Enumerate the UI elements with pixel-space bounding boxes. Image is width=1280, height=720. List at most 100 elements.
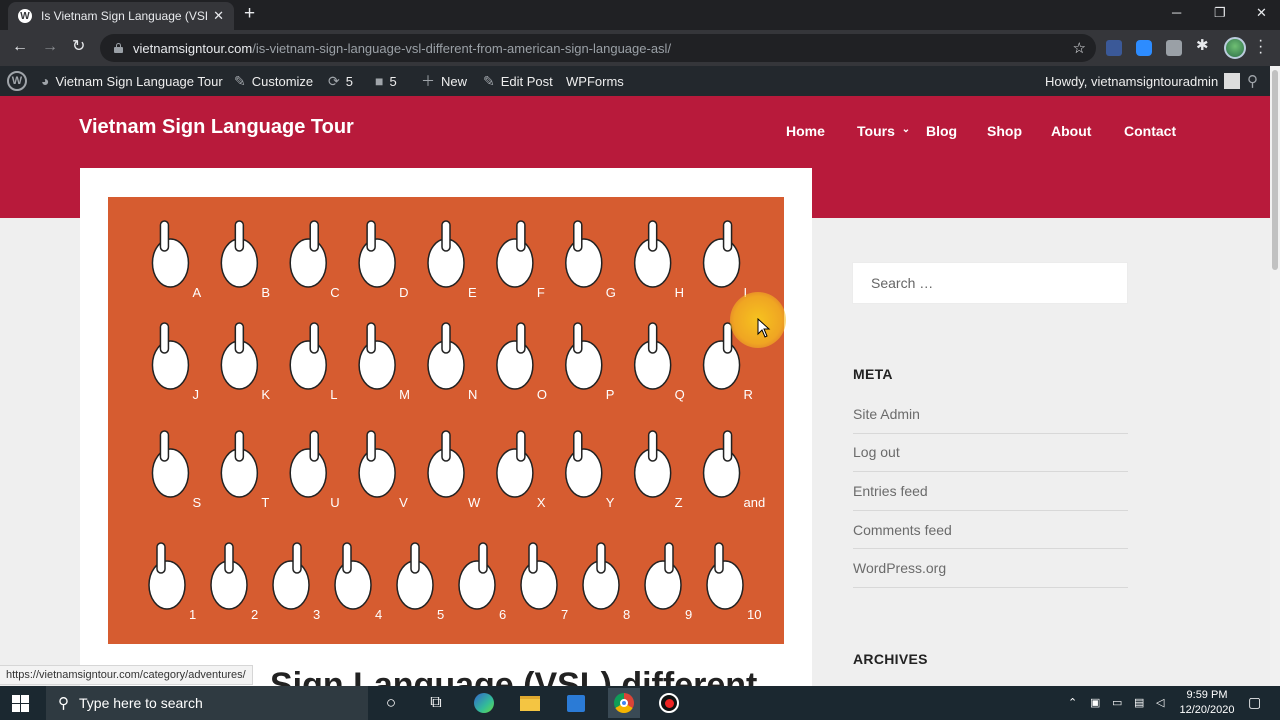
windows-taskbar: ⚲ Type here to search ○ ⧉ ⌃ ▣ ▭ ▤ ◁ 9:59… — [0, 686, 1280, 720]
nav-blog[interactable]: Blog — [926, 123, 957, 139]
store-icon[interactable] — [563, 690, 589, 716]
hand-sign-label: 3 — [313, 607, 320, 622]
browser-toolbar: ← → ↻ vietnamsigntour.com /is-vietnam-si… — [0, 30, 1280, 66]
edge-browser-icon[interactable] — [471, 690, 497, 716]
hand-sign-6: 6 — [458, 542, 506, 622]
customize-link[interactable]: ✎ Customize — [234, 66, 313, 96]
admin-search-icon[interactable]: ⚲ — [1247, 66, 1258, 96]
hand-sign-z: Z — [633, 430, 683, 510]
zoom-extension-icon[interactable] — [1136, 40, 1152, 56]
address-bar[interactable]: vietnamsigntour.com /is-vietnam-sign-lan… — [100, 34, 1096, 62]
meta-link-comments-feed[interactable]: Comments feed — [853, 511, 1128, 550]
url-path: /is-vietnam-sign-language-vsl-different-… — [252, 40, 672, 56]
post-title: Sign Language (VSL) different — [270, 666, 758, 688]
search-icon: ⚲ — [58, 695, 69, 712]
forward-arrow-icon[interactable]: → — [42, 38, 58, 56]
hand-sign-9: 9 — [644, 542, 692, 622]
hand-sign-label: M — [399, 387, 410, 402]
close-tab-icon[interactable]: ✕ — [213, 8, 224, 24]
tray-device-icon[interactable]: ▣ — [1090, 696, 1100, 709]
puzzle-extensions-icon[interactable]: ✱ — [1196, 36, 1212, 54]
nav-tours[interactable]: Tours ⌄ — [857, 123, 910, 139]
hand-sign-label: O — [537, 387, 547, 402]
reload-icon[interactable]: ↻ — [72, 38, 85, 56]
comment-bubble-icon: ■ — [375, 73, 384, 89]
hand-sign-label: 10 — [747, 607, 761, 622]
restore-icon[interactable]: ❐ — [1214, 5, 1226, 21]
taskbar-search-box[interactable]: ⚲ Type here to search — [46, 686, 368, 720]
hand-sign-label: G — [606, 285, 616, 300]
meta-link-wordpress-org[interactable]: WordPress.org — [853, 549, 1128, 588]
volume-icon[interactable]: ◁ — [1156, 696, 1164, 709]
hand-sign-i: I — [702, 220, 747, 300]
hand-sign-label: H — [675, 285, 684, 300]
hand-sign-label: J — [192, 387, 199, 402]
network-icon[interactable]: ▤ — [1134, 696, 1144, 709]
hand-sign-label: R — [744, 387, 753, 402]
record-app-icon[interactable] — [656, 690, 682, 716]
tray-chevron-icon[interactable]: ⌃ — [1068, 696, 1077, 709]
battery-icon[interactable]: ▭ — [1112, 696, 1122, 709]
close-window-icon[interactable]: ✕ — [1256, 5, 1267, 21]
cortana-icon[interactable]: ○ — [378, 690, 404, 716]
tab-title: Is Vietnam Sign Language (VSL) d — [41, 9, 207, 23]
mouse-cursor-icon — [757, 318, 771, 338]
browser-tab[interactable]: W Is Vietnam Sign Language (VSL) d ✕ — [8, 2, 234, 30]
wpforms-link[interactable]: WPForms — [566, 66, 624, 96]
admin-site-label: Vietnam Sign Language Tour — [55, 73, 223, 89]
edit-post-link[interactable]: ✎ Edit Post — [483, 66, 553, 96]
nav-home[interactable]: Home — [786, 123, 825, 139]
hand-sign-y: Y — [565, 430, 615, 510]
profile-avatar[interactable] — [1224, 37, 1246, 59]
taskbar-search-placeholder: Type here to search — [79, 695, 203, 711]
new-content-link[interactable]: ＋ New — [421, 66, 467, 96]
bookmark-star-icon[interactable]: ☆ — [1073, 39, 1086, 57]
meta-link-log-out[interactable]: Log out — [853, 434, 1128, 473]
wordpress-favicon-icon: W — [18, 9, 32, 23]
hand-sign-k: K — [220, 322, 270, 402]
new-tab-button[interactable]: + — [244, 4, 255, 24]
hand-sign-label: and — [744, 495, 766, 510]
page-scrollbar[interactable] — [1270, 66, 1280, 686]
hand-sign-label: Y — [606, 495, 615, 510]
hand-sign-h: H — [633, 220, 684, 300]
hand-sign-o: O — [496, 322, 547, 402]
admin-site-link[interactable]: ◕ Vietnam Sign Language Tour — [41, 66, 223, 96]
hand-sign-p: P — [565, 322, 614, 402]
hand-sign-label: S — [192, 495, 201, 510]
sidebar-search-input[interactable] — [852, 262, 1128, 304]
file-explorer-icon[interactable] — [517, 690, 543, 716]
comments-link[interactable]: ■ 5 — [375, 66, 397, 96]
updates-icon: ⟳ — [328, 72, 340, 89]
menu-dots-icon[interactable]: · · · — [1258, 33, 1263, 61]
nav-about[interactable]: About — [1051, 123, 1091, 139]
hand-sign-label: 4 — [375, 607, 382, 622]
scrollbar-thumb[interactable] — [1272, 70, 1278, 270]
hand-sign-a: A — [151, 220, 201, 300]
windows-start-icon[interactable] — [12, 695, 29, 712]
nav-contact[interactable]: Contact — [1124, 123, 1176, 139]
hand-sign-1: 1 — [148, 542, 196, 622]
my-account-link[interactable]: Howdy, vietnamsigntouradmin — [1045, 66, 1241, 96]
hand-sign-label: N — [468, 387, 477, 402]
back-arrow-icon[interactable]: ← — [12, 38, 28, 56]
updates-link[interactable]: ⟳ 5 — [328, 66, 353, 96]
hand-sign-v: V — [358, 430, 408, 510]
notifications-icon[interactable]: ▢ — [1248, 694, 1261, 711]
hand-sign-label: 8 — [623, 607, 630, 622]
meta-link-site-admin[interactable]: Site Admin — [853, 395, 1128, 434]
site-title[interactable]: Vietnam Sign Language Tour — [79, 116, 354, 139]
minimize-icon[interactable]: ─ — [1172, 5, 1181, 20]
facebook-extension-icon[interactable] — [1106, 40, 1122, 56]
brush-icon: ✎ — [234, 72, 246, 89]
taskbar-clock[interactable]: 9:59 PM 12/20/2020 — [1172, 688, 1242, 718]
task-view-icon[interactable]: ⧉ — [423, 690, 449, 716]
hand-sign-label: L — [330, 387, 337, 402]
hand-sign-label: 5 — [437, 607, 444, 622]
wp-logo-button[interactable]: W — [7, 66, 27, 96]
chrome-browser-icon[interactable] — [608, 688, 640, 718]
hand-sign-label: Q — [675, 387, 685, 402]
extension-icon[interactable] — [1166, 40, 1182, 56]
meta-link-entries-feed[interactable]: Entries feed — [853, 472, 1128, 511]
nav-shop[interactable]: Shop — [987, 123, 1022, 139]
